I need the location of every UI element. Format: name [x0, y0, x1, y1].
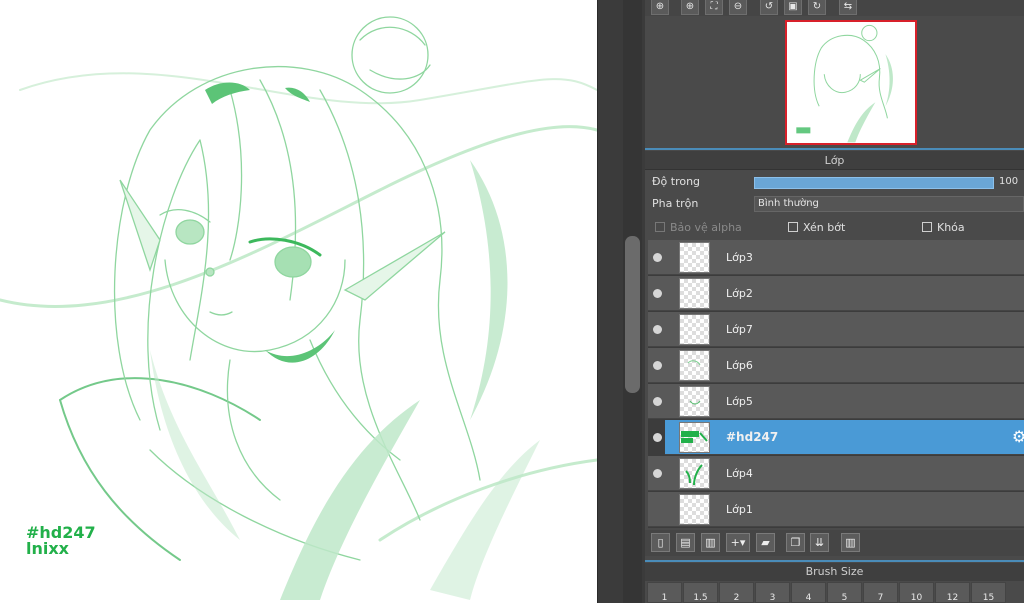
panel-divider: [645, 560, 1024, 562]
brush-size-option[interactable]: 10: [899, 582, 934, 603]
blend-mode-select[interactable]: Bình thường: [754, 196, 1024, 212]
zoom-in-icon[interactable]: ⊕: [651, 0, 669, 15]
layer-thumbnail: [679, 422, 710, 453]
layer-thumbnail-sketch: [685, 464, 703, 486]
brush-size-option[interactable]: 4: [791, 582, 826, 603]
panel-divider: [645, 148, 1024, 150]
checkbox-box: [788, 222, 798, 232]
watermark-line-2: lnixx: [26, 539, 69, 558]
brush-size-option[interactable]: 1.5: [683, 582, 718, 603]
layer-item[interactable]: Lớp6: [648, 348, 1024, 383]
layer-thumbnail: [679, 458, 710, 489]
layer-item[interactable]: Lớp5: [648, 384, 1024, 419]
opacity-slider[interactable]: [754, 177, 994, 189]
layer-item[interactable]: Lớp4: [648, 456, 1024, 491]
paint-app: #hd247 lnixx ⊕ ⊕ ⛶ ⊖ ↺ ▣ ↻ ⇆ Lớp Độ tron…: [0, 0, 1024, 603]
rotate-left-icon[interactable]: ↺: [760, 0, 778, 15]
new-layer-icon[interactable]: ▤: [676, 533, 695, 552]
layer-item[interactable]: Lớp3: [648, 240, 1024, 275]
layer-toolbar: ▯ ▤ ▥ +▾ ▰ ❐ ⇊ ▥: [645, 530, 1024, 556]
layer-thumbnail: [679, 386, 710, 417]
layer-name: Lớp4: [726, 467, 753, 480]
brush-size-option[interactable]: 3: [755, 582, 790, 603]
visibility-eye-icon[interactable]: [653, 469, 662, 478]
blend-row: Pha trộn Bình thường: [645, 194, 1024, 214]
layer-thumbnail: [679, 278, 710, 309]
zoom-in-icon[interactable]: ⊕: [681, 0, 699, 15]
layer-thumbnail-sketch: [689, 400, 701, 405]
trash-icon[interactable]: ▥: [841, 533, 860, 552]
layer-item[interactable]: Lớp1: [648, 492, 1024, 527]
new-layer-icon[interactable]: ▥: [701, 533, 720, 552]
visibility-eye-icon[interactable]: [653, 289, 662, 298]
scrollbar-thumb[interactable]: [625, 236, 640, 393]
layer-options-row: Bảo vệ alpha Xén bớt Khóa: [645, 218, 1024, 238]
layer-thumbnail: [679, 242, 710, 273]
layer-list: Lớp3 Lớp2 Lớp7 Lớp6 Lớp5 #hd247 ⚙ Lớp4 L…: [648, 240, 1024, 528]
layer-thumbnail: [679, 494, 710, 525]
fit-icon[interactable]: ⛶: [705, 0, 723, 15]
sketch-artwork: [0, 16, 597, 600]
layer-name: Lớp1: [726, 503, 753, 516]
protect-alpha-checkbox[interactable]: Bảo vệ alpha: [655, 218, 742, 238]
layer-name: Lớp6: [726, 359, 753, 372]
blend-label: Pha trộn: [652, 197, 699, 210]
layer-item-active[interactable]: #hd247 ⚙: [653, 420, 1024, 455]
brush-size-title: Brush Size: [645, 563, 1024, 581]
navigator-preview[interactable]: [785, 20, 917, 145]
right-panel: ⊕ ⊕ ⛶ ⊖ ↺ ▣ ↻ ⇆ Lớp Độ trong 100 Pha trộ…: [645, 0, 1024, 603]
layer-name: Lớp2: [726, 287, 753, 300]
checkbox-box: [922, 222, 932, 232]
new-layer-icon[interactable]: ▯: [651, 533, 670, 552]
clipping-checkbox[interactable]: Xén bớt: [788, 218, 845, 238]
folder-icon[interactable]: ▰: [756, 533, 775, 552]
gear-icon[interactable]: ⚙: [1012, 429, 1024, 445]
layer-thumbnail: [679, 350, 710, 381]
layer-name: Lớp7: [726, 323, 753, 336]
brush-size-option[interactable]: 15: [971, 582, 1006, 603]
layer-thumbnail-sketch: [687, 360, 701, 366]
visibility-eye-icon[interactable]: [653, 253, 662, 262]
visibility-eye-icon[interactable]: [653, 325, 662, 334]
brush-size-option[interactable]: 5: [827, 582, 862, 603]
navigator-preview-image: [796, 24, 893, 143]
navigator-toolbar: ⊕ ⊕ ⛶ ⊖ ↺ ▣ ↻ ⇆: [645, 0, 1024, 16]
zoom-out-icon[interactable]: ⊖: [729, 0, 747, 15]
rotate-right-icon[interactable]: ↻: [808, 0, 826, 15]
layer-thumbnail: [679, 314, 710, 345]
reset-icon[interactable]: ▣: [784, 0, 802, 15]
merge-layer-icon[interactable]: ⇊: [810, 533, 829, 552]
layer-panel-title: Lớp: [645, 151, 1024, 170]
layer-name: Lớp5: [726, 395, 753, 408]
opacity-label: Độ trong: [652, 175, 701, 188]
drawing-canvas[interactable]: #hd247 lnixx: [0, 0, 597, 603]
opacity-row: Độ trong 100 %: [645, 172, 1024, 207]
watermark: #hd247 lnixx: [26, 525, 96, 557]
brush-size-option[interactable]: 7: [863, 582, 898, 603]
duplicate-layer-icon[interactable]: ❐: [786, 533, 805, 552]
checkbox-box: [655, 222, 665, 232]
layer-item[interactable]: Lớp7: [648, 312, 1024, 347]
visibility-eye-icon[interactable]: [653, 361, 662, 370]
visibility-eye-icon[interactable]: [653, 397, 662, 406]
layer-thumbnail-text: [681, 431, 708, 443]
canvas-scrollbar-area: [597, 0, 645, 603]
brush-size-option[interactable]: 2: [719, 582, 754, 603]
clipping-label: Xén bớt: [803, 221, 846, 234]
brush-size-list: 1 1.5 2 3 4 5 7 10 12 15: [645, 582, 1024, 603]
lock-label: Khóa: [937, 221, 965, 234]
layer-item[interactable]: Lớp2: [648, 276, 1024, 311]
lock-checkbox[interactable]: Khóa: [922, 218, 965, 238]
navigator-panel: [647, 16, 1024, 146]
protect-alpha-label: Bảo vệ alpha: [670, 221, 742, 234]
add-layer-dropdown-icon[interactable]: +▾: [726, 533, 750, 552]
layer-name: Lớp3: [726, 251, 753, 264]
brush-size-option[interactable]: 12: [935, 582, 970, 603]
visibility-eye-icon[interactable]: [653, 433, 662, 442]
brush-size-option[interactable]: 1: [647, 582, 682, 603]
layer-name: #hd247: [726, 430, 779, 444]
flip-icon[interactable]: ⇆: [839, 0, 857, 15]
